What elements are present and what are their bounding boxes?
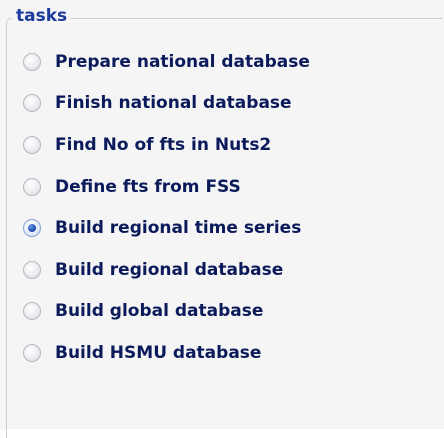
radio-button-icon[interactable] <box>23 302 41 321</box>
radio-label: Build regional database <box>55 259 284 280</box>
radio-label: Build global database <box>55 301 264 322</box>
radio-button-icon[interactable] <box>23 343 41 362</box>
radio-label: Build HSMU database <box>55 342 262 363</box>
radio-option-define-fts-from-fss[interactable]: Define fts from FSS <box>23 166 433 208</box>
radio-option-finish-national-database[interactable]: Finish national database <box>23 83 433 125</box>
radio-label: Build regional time series <box>55 218 302 239</box>
tasks-radio-list: Prepare national database Finish nationa… <box>23 52 433 374</box>
radio-option-build-hsmu-database[interactable]: Build HSMU database <box>23 332 433 374</box>
radio-option-build-regional-time-series[interactable]: Build regional time series <box>23 207 433 249</box>
radio-label: Prepare national database <box>55 51 310 72</box>
radio-option-build-regional-database[interactable]: Build regional database <box>23 249 433 291</box>
radio-button-icon[interactable] <box>23 135 41 154</box>
radio-selected-dot-icon <box>28 224 36 233</box>
radio-button-selected-icon[interactable] <box>23 219 41 238</box>
radio-option-build-global-database[interactable]: Build global database <box>23 291 433 333</box>
tasks-panel: tasks Prepare national database Finish n… <box>0 0 444 438</box>
tasks-group-title: tasks <box>12 5 72 27</box>
radio-button-icon[interactable] <box>23 177 41 196</box>
radio-button-icon[interactable] <box>23 260 41 279</box>
radio-button-icon[interactable] <box>23 52 41 71</box>
radio-label: Find No of fts in Nuts2 <box>55 134 272 155</box>
radio-option-prepare-national-database[interactable]: Prepare national database <box>23 41 433 83</box>
radio-label: Define fts from FSS <box>55 176 241 197</box>
radio-option-find-no-of-fts-in-nuts2[interactable]: Find No of fts in Nuts2 <box>23 124 433 166</box>
radio-label: Finish national database <box>55 93 292 114</box>
radio-button-icon[interactable] <box>23 94 41 113</box>
